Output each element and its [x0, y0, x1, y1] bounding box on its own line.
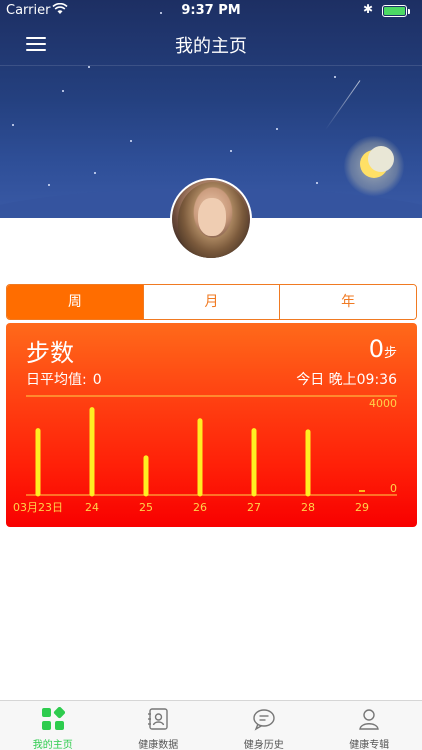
- tab-month[interactable]: 月: [143, 285, 281, 319]
- steps-chart: 4000 0 03月23日 24 25 26 27 28 29: [13, 395, 397, 514]
- tabbar-item-health-album[interactable]: 健康专辑: [317, 701, 422, 750]
- nav-bar: 我的主页: [0, 22, 422, 66]
- star: [334, 76, 336, 78]
- x-tick-label: 27: [247, 501, 261, 514]
- person-icon: [357, 707, 381, 731]
- period-tabs: 周 月 年: [6, 284, 417, 320]
- star: [12, 124, 14, 126]
- tab-bar: 我的主页 健康数据 健身历史 健康专辑: [0, 700, 422, 750]
- bluetooth-icon: ✱: [363, 2, 374, 16]
- tabbar-label: 健康专辑: [349, 740, 390, 750]
- star: [130, 140, 132, 142]
- dashboard-icon: [41, 706, 65, 731]
- tabbar-label: 健身历史: [243, 740, 284, 750]
- star: [94, 172, 96, 174]
- star: [316, 182, 318, 184]
- star: [230, 150, 232, 152]
- steps-card[interactable]: 步数 0步 日平均值: 0 今日 晚上09:36 4000 0 03月23日 24 25 2…: [6, 323, 417, 527]
- star: [276, 128, 278, 130]
- tabbar-item-home[interactable]: 我的主页: [0, 701, 106, 750]
- meteor: [325, 80, 361, 130]
- tabbar-item-fitness-history[interactable]: 健身历史: [211, 701, 317, 750]
- x-tick-label: 29: [355, 501, 369, 514]
- status-bar: Carrier 9:37 PM ✱: [0, 0, 422, 22]
- chat-bubble-icon: [252, 707, 276, 731]
- tab-week[interactable]: 周: [7, 285, 144, 319]
- y-tick-label: 0: [390, 482, 397, 495]
- tabbar-label: 健康数据: [138, 740, 179, 750]
- page-title: 我的主页: [175, 36, 247, 57]
- x-tick-label: 03月23日: [13, 501, 63, 514]
- x-tick-label: 25: [139, 501, 153, 514]
- contact-book-icon: [146, 707, 170, 731]
- y-tick-label: 4000: [369, 397, 397, 410]
- x-tick-label: 26: [193, 501, 207, 514]
- tab-year[interactable]: 年: [280, 285, 416, 319]
- tabbar-label: 我的主页: [32, 740, 73, 750]
- star: [48, 184, 50, 186]
- x-tick-label: 24: [85, 501, 99, 514]
- moon-icon: [360, 146, 394, 178]
- star: [88, 66, 90, 68]
- star: [62, 90, 64, 92]
- avatar[interactable]: [170, 178, 252, 260]
- battery-icon: [382, 5, 410, 17]
- x-tick-label: 28: [301, 501, 315, 514]
- status-time: 9:37 PM: [181, 3, 241, 18]
- tabbar-item-health-data[interactable]: 健康数据: [106, 701, 212, 750]
